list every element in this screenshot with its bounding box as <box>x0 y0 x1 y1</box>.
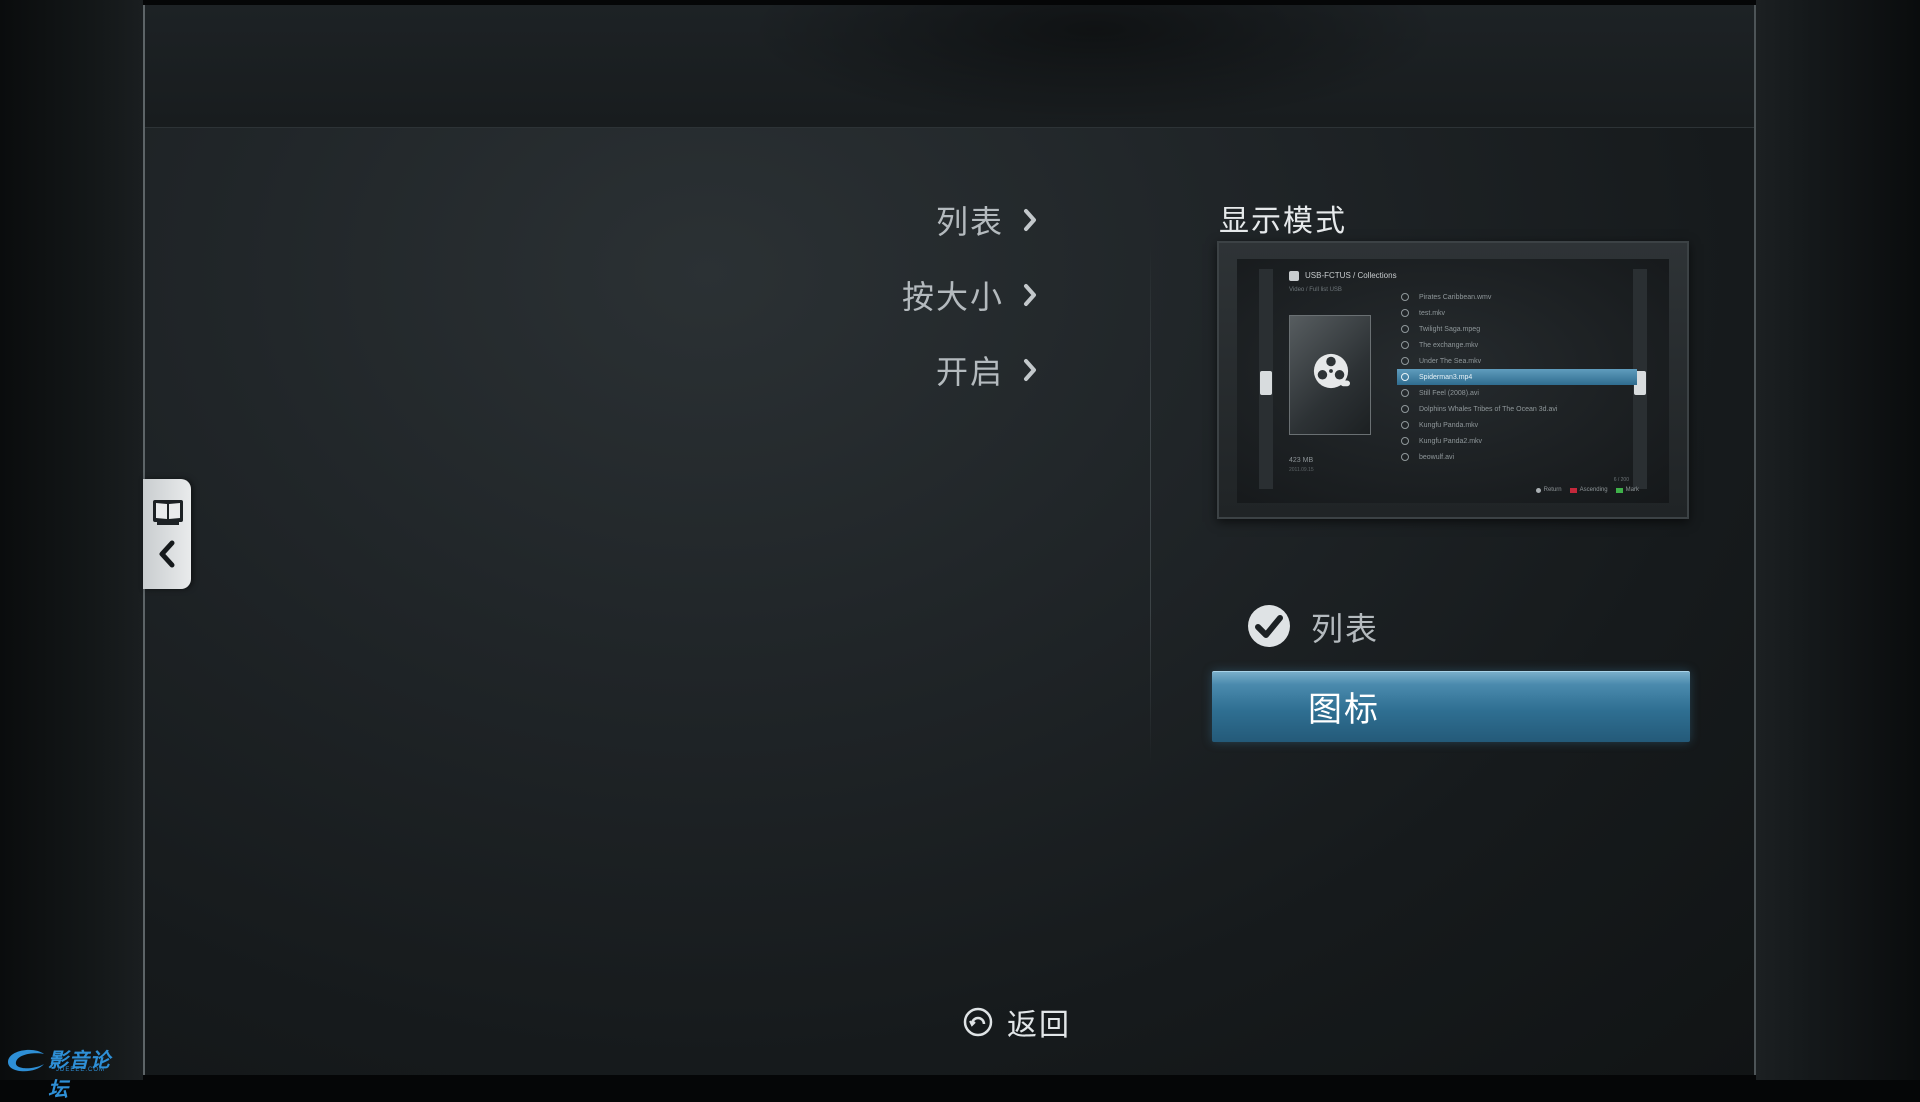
chevron-right-icon <box>1024 284 1036 306</box>
chevron-right-icon <box>1024 359 1036 381</box>
display-mode-preview: USB-FCTUS / Collections Video / Full lis… <box>1217 241 1689 519</box>
preview-file-row: Still Feel (2008).avi <box>1397 385 1637 401</box>
menu-item-label: 列表 <box>935 203 1004 241</box>
menu-item-view[interactable]: 列表 <box>936 198 1040 242</box>
preview-file-name: Twilight Saga.mpeg <box>1419 325 1481 333</box>
preview-footer: Return Ascending Mark <box>1535 487 1639 493</box>
preview-left-arrow-icon <box>1260 371 1272 395</box>
file-icon <box>1401 453 1409 461</box>
preview-file-name: Kungfu Panda.mkv <box>1419 421 1479 429</box>
red-key-icon <box>1569 487 1577 493</box>
chevron-left-icon <box>159 540 175 568</box>
green-key-icon <box>1615 487 1623 493</box>
watermark-logo: 影音论坛 JDEEEE.COM <box>4 1042 128 1101</box>
back-hint[interactable]: 返回 <box>963 1000 1071 1044</box>
preview-file-row: beowulf.avi <box>1397 449 1637 465</box>
chevron-right-icon <box>1024 209 1036 231</box>
preview-file-size: 423 MB <box>1289 457 1314 464</box>
preview-screen: USB-FCTUS / Collections Video / Full lis… <box>1237 259 1669 503</box>
preview-file-name: Spiderman3.mp4 <box>1419 373 1473 381</box>
book-icon <box>153 500 183 525</box>
menu-item-label: 开启 <box>935 353 1004 391</box>
option-list[interactable]: 列表 <box>1311 604 1379 650</box>
preview-mark-hint: Mark <box>1615 487 1639 493</box>
preview-header: USB-FCTUS / Collections <box>1289 271 1397 281</box>
file-icon <box>1401 389 1409 397</box>
file-icon <box>1401 373 1409 381</box>
preview-file-row: Kungfu Panda2.mkv <box>1397 433 1637 449</box>
file-icon <box>1401 421 1409 429</box>
menu-item-sort[interactable]: 按大小 <box>902 273 1040 317</box>
option-icon-selected[interactable]: 图标 <box>1212 671 1690 742</box>
main-panel <box>143 5 1756 1075</box>
watermark-subtext: JDEEEE.COM <box>56 1067 106 1073</box>
checkmark-icon <box>1248 605 1290 647</box>
watermark-text: 影音论坛 <box>48 1048 111 1101</box>
return-icon <box>963 1007 993 1037</box>
preview-file-date: 2011.09.15 <box>1289 467 1314 473</box>
preview-file-name: Under The Sea.mkv <box>1419 357 1482 365</box>
preview-file-name: beowulf.avi <box>1419 453 1455 461</box>
file-icon <box>1401 341 1409 349</box>
file-icon <box>1401 293 1409 301</box>
preview-file-row: Dolphins Whales Tribes of The Ocean 3d.a… <box>1397 401 1637 417</box>
preview-subtitle: Video / Full list USB <box>1289 287 1342 293</box>
preview-file-row: Kungfu Panda.mkv <box>1397 417 1637 433</box>
option-icon-label: 图标 <box>1308 690 1380 730</box>
preview-poster <box>1289 315 1371 435</box>
preview-file-name: Kungfu Panda2.mkv <box>1419 437 1483 445</box>
preview-file-name: Dolphins Whales Tribes of The Ocean 3d.a… <box>1419 405 1558 413</box>
preview-file-row: Spiderman3.mp4 <box>1397 369 1637 385</box>
preview-file-name: Pirates Caribbean.wmv <box>1419 293 1492 301</box>
preview-file-row: Twilight Saga.mpeg <box>1397 321 1637 337</box>
file-icon <box>1401 405 1409 413</box>
menu-item-label: 按大小 <box>901 278 1004 316</box>
preview-file-list: Pirates Caribbean.wmv test.mkv Twilight Sa… <box>1397 289 1637 465</box>
preview-file-row: test.mkv <box>1397 305 1637 321</box>
back-label: 返回 <box>1007 1008 1071 1043</box>
preview-file-name: test.mkv <box>1419 309 1446 317</box>
menu-item-toggle[interactable]: 开启 <box>936 348 1040 392</box>
display-mode-title: 显示模式 <box>1219 204 1347 239</box>
usb-icon <box>1289 271 1299 281</box>
preview-file-name: Still Feel (2008).avi <box>1419 389 1479 397</box>
left-margin <box>0 0 143 1080</box>
file-icon <box>1401 309 1409 317</box>
right-margin <box>1756 0 1920 1080</box>
file-icon <box>1401 437 1409 445</box>
preview-file-row: Pirates Caribbean.wmv <box>1397 289 1637 305</box>
preview-return-hint: Return <box>1535 487 1562 493</box>
side-menu-tab[interactable] <box>143 479 191 589</box>
preview-file-row: The exchange.mkv <box>1397 337 1637 353</box>
top-band <box>145 5 1754 128</box>
film-reel-icon <box>1313 353 1350 389</box>
preview-page-count: 6 / 200 <box>1613 477 1629 483</box>
column-divider <box>1150 245 1151 765</box>
preview-path: USB-FCTUS / Collections <box>1305 271 1397 281</box>
preview-sort-hint: Ascending <box>1569 487 1608 493</box>
preview-file-row: Under The Sea.mkv <box>1397 353 1637 369</box>
file-icon <box>1401 357 1409 365</box>
return-icon <box>1535 487 1541 493</box>
logo-swirl-icon <box>8 1049 44 1072</box>
file-icon <box>1401 325 1409 333</box>
preview-file-name: The exchange.mkv <box>1419 341 1479 349</box>
